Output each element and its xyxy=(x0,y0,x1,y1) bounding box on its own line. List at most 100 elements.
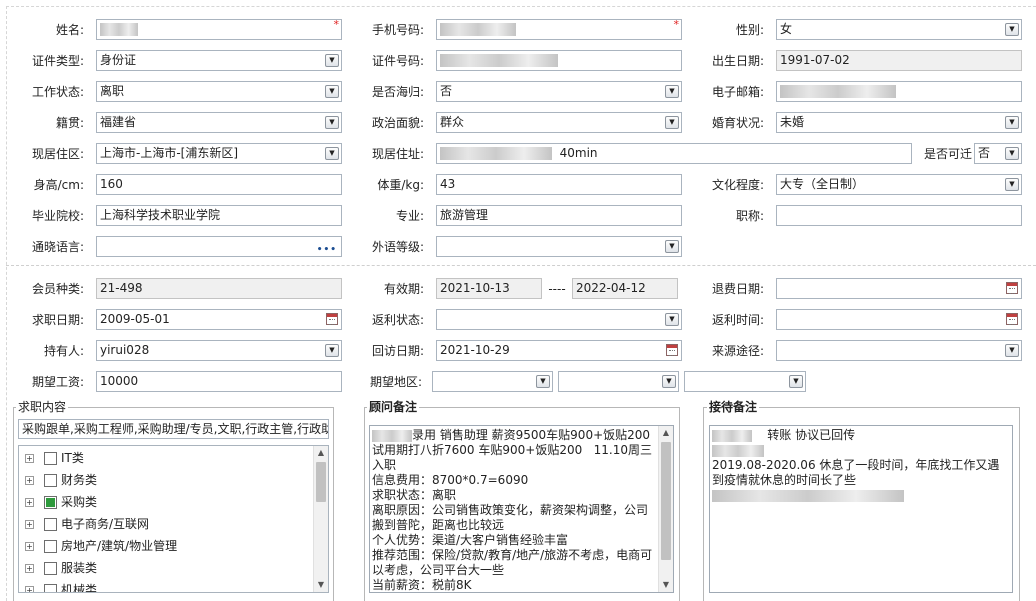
address-label: 现居住址: xyxy=(371,147,424,161)
chevron-down-icon[interactable]: ▼ xyxy=(665,85,679,98)
title-field[interactable] xyxy=(776,205,1022,226)
chevron-down-icon[interactable]: ▼ xyxy=(536,375,550,388)
calendar-icon[interactable] xyxy=(326,313,338,325)
expand-icon[interactable]: + xyxy=(25,454,34,463)
email-field[interactable] xyxy=(776,81,1022,102)
expand-icon[interactable]: + xyxy=(25,498,34,507)
job-content-summary[interactable]: 采购跟单,采购工程师,采购助理/专员,文职,行政主管,行政助理 xyxy=(18,419,329,439)
returnee-select[interactable]: 否 ▼ xyxy=(436,81,682,102)
chevron-down-icon[interactable]: ▼ xyxy=(789,375,803,388)
checkbox[interactable] xyxy=(44,474,57,487)
reception-notes-body: 2019.08-2020.06 休息了一段时间，年底找工作又遇到疫情就休息的时间… xyxy=(712,458,1000,487)
chevron-down-icon[interactable]: ▼ xyxy=(325,344,339,357)
chevron-down-icon[interactable]: ▼ xyxy=(665,313,679,326)
tree-item-label: 服装类 xyxy=(61,561,98,575)
calendar-icon[interactable] xyxy=(1006,313,1018,325)
checkbox[interactable] xyxy=(44,584,57,592)
native-select[interactable]: 福建省 ▼ xyxy=(96,112,342,133)
job-content-summary-text: 采购跟单,采购工程师,采购助理/专员,文职,行政主管,行政助理 xyxy=(22,422,329,436)
id-type-select[interactable]: 身份证 ▼ xyxy=(96,50,342,71)
tree-item-machinery[interactable]: + 机械类 xyxy=(25,579,97,592)
expand-icon[interactable]: + xyxy=(25,586,34,592)
gender-select[interactable]: 女 ▼ xyxy=(776,19,1022,40)
scroll-up-icon[interactable]: ▲ xyxy=(314,446,328,460)
checkbox[interactable] xyxy=(44,562,57,575)
foreign-select[interactable]: ▼ xyxy=(436,236,682,257)
expand-icon[interactable]: + xyxy=(25,564,34,573)
major-field[interactable]: 旅游管理 xyxy=(436,205,682,226)
scroll-thumb[interactable] xyxy=(316,462,326,502)
political-label: 政治面貌: xyxy=(371,116,424,130)
tree-item-purchasing[interactable]: + 采购类 xyxy=(25,491,97,513)
calendar-icon[interactable] xyxy=(666,344,678,356)
marital-select[interactable]: 未婚 ▼ xyxy=(776,112,1022,133)
area-select[interactable]: 上海市-上海市-[浦东新区] ▼ xyxy=(96,143,342,164)
area-value: 上海市-上海市-[浦东新区] xyxy=(100,146,239,160)
scroll-down-icon[interactable]: ▼ xyxy=(659,578,673,592)
tree-item-ecommerce[interactable]: + 电子商务/互联网 xyxy=(25,513,149,535)
checkbox-partial[interactable] xyxy=(44,496,57,509)
region-province-select[interactable]: ▼ xyxy=(432,371,553,392)
weight-label: 体重/kg: xyxy=(377,178,424,192)
height-field[interactable]: 160 xyxy=(96,174,342,195)
region-district-select[interactable]: ▼ xyxy=(684,371,806,392)
checkbox[interactable] xyxy=(44,518,57,531)
rebate-time-field[interactable] xyxy=(776,309,1022,330)
tree-item-finance[interactable]: + 财务类 xyxy=(25,469,97,491)
relocate-select[interactable]: 否 ▼ xyxy=(974,143,1022,164)
chevron-down-icon[interactable]: ▼ xyxy=(665,116,679,129)
valid-sep: ---- xyxy=(548,282,566,296)
tree-scrollbar[interactable]: ▲ ▼ xyxy=(313,446,328,592)
salary-field[interactable]: 10000 xyxy=(96,371,342,392)
chevron-down-icon[interactable]: ▼ xyxy=(325,54,339,67)
political-select[interactable]: 群众 ▼ xyxy=(436,112,682,133)
chevron-down-icon[interactable]: ▼ xyxy=(325,116,339,129)
scroll-up-icon[interactable]: ▲ xyxy=(659,426,673,440)
expand-icon[interactable]: + xyxy=(25,476,34,485)
more-icon[interactable]: ••• xyxy=(317,241,337,256)
work-status-select[interactable]: 离职 ▼ xyxy=(96,81,342,102)
tree-item-apparel[interactable]: + 服装类 xyxy=(25,557,97,579)
chevron-down-icon[interactable]: ▼ xyxy=(1005,344,1019,357)
phone-label: 手机号码: xyxy=(371,23,424,37)
calendar-icon[interactable] xyxy=(1006,282,1018,294)
consultant-notes-textarea[interactable]: 录用 销售助理 薪资9500车贴900+饭贴200 试用期打八折7600 车贴9… xyxy=(369,425,674,593)
job-date-field[interactable]: 2009-05-01 xyxy=(96,309,342,330)
expand-icon[interactable]: + xyxy=(25,520,34,529)
chevron-down-icon[interactable]: ▼ xyxy=(325,147,339,160)
checkbox[interactable] xyxy=(44,540,57,553)
chevron-down-icon[interactable]: ▼ xyxy=(1005,116,1019,129)
address-field[interactable]: 40min xyxy=(436,143,912,164)
notes-scrollbar[interactable]: ▲ ▼ xyxy=(658,426,673,592)
name-field[interactable]: * xyxy=(96,19,342,40)
holder-select[interactable]: yirui028 ▼ xyxy=(96,340,342,361)
phone-field[interactable]: * xyxy=(436,19,682,40)
tree-item-realestate[interactable]: + 房地产/建筑/物业管理 xyxy=(25,535,177,557)
valid-from-value: 2021-10-13 xyxy=(440,281,510,295)
chevron-down-icon[interactable]: ▼ xyxy=(1005,23,1019,36)
region-city-select[interactable]: ▼ xyxy=(558,371,679,392)
checkbox[interactable] xyxy=(44,452,57,465)
source-select[interactable]: ▼ xyxy=(776,340,1022,361)
reception-notes-textarea[interactable]: 转账 协议已回传 2019.08-2020.06 休息了一段时间，年底找工作又遇… xyxy=(709,425,1013,593)
language-field[interactable]: ••• xyxy=(96,236,342,257)
chevron-down-icon[interactable]: ▼ xyxy=(325,85,339,98)
job-date-label: 求职日期: xyxy=(31,313,84,327)
expand-icon[interactable]: + xyxy=(25,542,34,551)
refund-date-field[interactable] xyxy=(776,278,1022,299)
scroll-thumb[interactable] xyxy=(661,442,671,560)
rebate-time-label: 返利时间: xyxy=(711,313,764,327)
weight-field[interactable]: 43 xyxy=(436,174,682,195)
chevron-down-icon[interactable]: ▼ xyxy=(662,375,676,388)
chevron-down-icon[interactable]: ▼ xyxy=(1005,147,1019,160)
chevron-down-icon[interactable]: ▼ xyxy=(665,240,679,253)
visit-date-field[interactable]: 2021-10-29 xyxy=(436,340,682,361)
id-no-field[interactable] xyxy=(436,50,682,71)
language-label: 通晓语言: xyxy=(31,240,84,254)
school-field[interactable]: 上海科学技术职业学院 xyxy=(96,205,342,226)
chevron-down-icon[interactable]: ▼ xyxy=(1005,178,1019,191)
rebate-status-select[interactable]: ▼ xyxy=(436,309,682,330)
education-select[interactable]: 大专（全日制） ▼ xyxy=(776,174,1022,195)
scroll-down-icon[interactable]: ▼ xyxy=(314,578,328,592)
tree-item-it[interactable]: + IT类 xyxy=(25,447,84,469)
